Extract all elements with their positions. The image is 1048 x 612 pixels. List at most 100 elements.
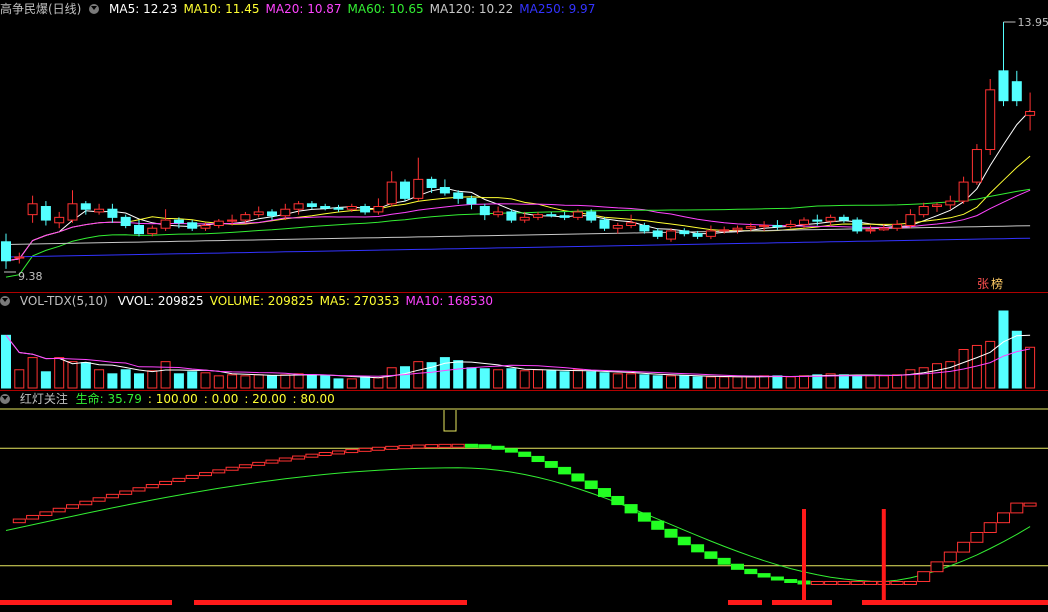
step-block (332, 450, 345, 455)
red-signal-bar (881, 509, 886, 605)
volume-bar (173, 373, 184, 389)
candle-body (892, 223, 903, 229)
step-block (185, 474, 199, 479)
step-block (92, 497, 106, 502)
dropdown-arrow-icon[interactable] (89, 4, 100, 14)
step-block (199, 472, 212, 477)
step-block (864, 580, 877, 585)
volume-bar (27, 357, 38, 389)
step-block (145, 484, 159, 489)
step-block (371, 446, 385, 451)
indicator-legend-item-4: : 80.00 (292, 392, 335, 406)
candle-body (333, 207, 344, 210)
ma-legend-item-4: MA120: 10.22 (429, 2, 514, 16)
volume-bar (40, 371, 51, 389)
volume-bar (599, 372, 610, 389)
dropdown-arrow-icon[interactable] (0, 394, 10, 404)
volume-bar (692, 376, 703, 389)
candle-body (838, 216, 849, 221)
volume-bar (1011, 330, 1022, 389)
candle-body (373, 206, 384, 213)
candle-body (666, 230, 676, 240)
volume-bar (546, 370, 557, 389)
step-block (1010, 502, 1024, 514)
step-block (119, 490, 133, 495)
price-chart[interactable]: 13.95 9.38 (0, 0, 1048, 292)
indicator-legend-item-0: 生命: 35.79 (75, 392, 142, 406)
candle-body (293, 203, 304, 210)
candle-body (825, 216, 836, 222)
step-block (105, 493, 119, 499)
candle-body (1, 241, 11, 262)
candle-body (652, 230, 663, 237)
step-block (558, 466, 572, 475)
candle-body (785, 223, 796, 228)
volume-bar (932, 363, 942, 389)
candle-body (280, 208, 291, 217)
volume-bar (732, 376, 743, 389)
step-block (225, 466, 239, 471)
limit-up-badge[interactable]: 张榜 (975, 277, 1005, 292)
low-price-label: 9.38 (18, 270, 43, 283)
ma-legend-item-0: MA5: 12.23 (109, 2, 178, 16)
step-block (571, 473, 585, 482)
volume-bar (293, 373, 304, 389)
step-block (903, 580, 917, 585)
volume-bar (785, 376, 796, 389)
red-band-segment (0, 600, 172, 605)
candle-body (559, 215, 570, 218)
volume-legend-item-0: VVOL: 209825 (117, 294, 204, 308)
volume-bar (705, 376, 716, 389)
step-block (491, 445, 505, 450)
volume-bar (679, 375, 690, 389)
step-block (717, 557, 731, 565)
volume-bar (612, 373, 623, 389)
candle-body (120, 216, 131, 227)
candle-body (799, 219, 809, 225)
step-block (704, 551, 718, 559)
step-block (411, 444, 425, 449)
volume-bar (918, 367, 929, 389)
volume-bar (838, 374, 849, 389)
volume-bar (772, 375, 783, 389)
volume-bar (134, 373, 144, 389)
candle-body (971, 149, 982, 183)
candle-body (812, 219, 823, 222)
step-block (79, 500, 93, 506)
step-block (1023, 502, 1037, 507)
volume-bar (626, 373, 637, 389)
volume-bar (639, 374, 650, 389)
step-block (318, 451, 332, 456)
volume-bar (892, 374, 903, 389)
candle-body (905, 214, 916, 227)
candle-body (692, 233, 703, 237)
volume-bar (373, 377, 384, 389)
candle-body (1011, 81, 1022, 102)
step-block (305, 453, 319, 458)
step-block (624, 504, 638, 514)
volume-bar (998, 310, 1009, 389)
step-block (345, 449, 359, 454)
step-block (278, 457, 292, 462)
candle-body (213, 220, 224, 227)
step-block (385, 445, 399, 450)
step-block (784, 578, 798, 583)
step-block (159, 480, 173, 486)
candle-body (772, 225, 783, 228)
volume-legend-item-3: MA10: 168530 (405, 294, 494, 308)
candle-body (599, 219, 610, 229)
candle-body (439, 187, 450, 194)
step-block (132, 487, 146, 492)
volume-bar (386, 367, 397, 389)
red-band-segment (194, 600, 467, 605)
step-block (943, 551, 957, 563)
candle-body (626, 222, 637, 227)
dropdown-arrow-icon[interactable] (0, 296, 10, 306)
step-block (930, 561, 944, 573)
high-price-label: 13.95 (1018, 16, 1048, 29)
volume-bar (852, 375, 863, 389)
indicator-chart[interactable] (0, 391, 1048, 611)
step-block (238, 464, 252, 469)
candle-body (346, 206, 357, 210)
price-legend: 高争民爆(日线) MA5: 12.23 MA10: 11.45 MA20: 10.8… (0, 1, 607, 17)
